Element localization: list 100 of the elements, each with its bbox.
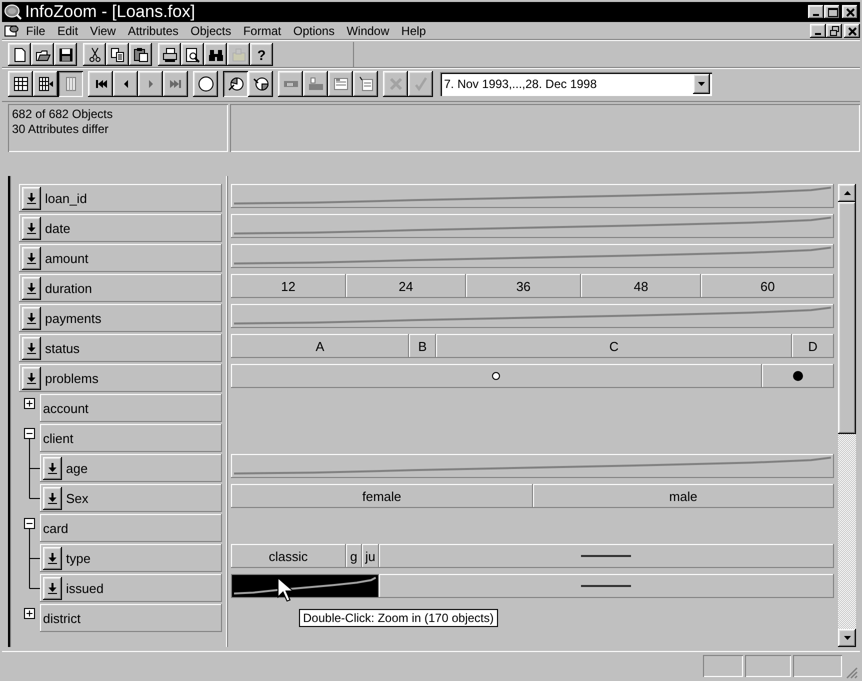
attribute-header[interactable]: problems <box>19 364 222 392</box>
attribute-name: age <box>66 460 88 476</box>
group-header[interactable]: client <box>40 424 222 452</box>
card-button[interactable] <box>303 71 328 97</box>
dropdown-button[interactable] <box>22 246 41 270</box>
pie-zoom-button[interactable] <box>223 71 248 97</box>
menu-item[interactable]: Edit <box>51 24 84 38</box>
dropdown-button[interactable] <box>22 216 41 240</box>
menu-item[interactable]: Format <box>237 24 288 38</box>
dropdown-button[interactable] <box>22 306 41 330</box>
value-cell[interactable]: 60 <box>701 274 834 298</box>
menu-item[interactable]: Options <box>287 24 341 38</box>
attribute-header[interactable]: status <box>19 334 222 362</box>
menu-item[interactable]: Help <box>395 24 432 38</box>
new-file-button[interactable] <box>8 43 31 66</box>
attribute-header[interactable]: payments <box>19 304 222 332</box>
card-button[interactable] <box>353 71 378 97</box>
attribute-header[interactable]: Sex <box>40 484 222 512</box>
attribute-header[interactable]: date <box>19 214 222 242</box>
minimize-document-button[interactable] <box>810 24 826 38</box>
scroll-up-button[interactable] <box>838 184 856 202</box>
value-cell[interactable]: 48 <box>580 274 702 298</box>
grid-arrow-button[interactable] <box>33 71 58 97</box>
cross-icon <box>388 76 404 92</box>
dropdown-button[interactable] <box>43 576 62 600</box>
value-cell[interactable]: female <box>231 484 532 508</box>
scroll-down-button[interactable] <box>838 629 856 647</box>
print-preview-button[interactable] <box>181 43 204 66</box>
value-cell[interactable]: male <box>532 484 834 508</box>
open-button[interactable] <box>31 43 54 66</box>
paste-button[interactable] <box>129 43 152 66</box>
restore-document-button[interactable] <box>826 24 842 38</box>
circle-button[interactable] <box>193 71 218 97</box>
value-cell[interactable]: g <box>346 544 362 568</box>
value-cell[interactable]: B <box>408 334 436 358</box>
scissors-icon <box>86 46 102 62</box>
download-arrow-icon <box>27 222 36 234</box>
status-panel <box>703 654 743 676</box>
value-cell[interactable]: 12 <box>231 274 346 298</box>
cut-button[interactable] <box>83 43 106 66</box>
dropdown-button[interactable] <box>22 276 41 300</box>
dropdown-button[interactable] <box>22 186 41 210</box>
dropdown-button[interactable] <box>43 546 62 570</box>
minimize-icon <box>815 32 821 34</box>
value-cell[interactable]: A <box>231 334 409 358</box>
attribute-header[interactable]: age <box>40 454 222 482</box>
value-cell[interactable]: C <box>436 334 792 358</box>
table-view-button[interactable] <box>8 71 33 97</box>
scroll-thumb[interactable] <box>838 202 856 434</box>
clipboard-icon <box>132 46 148 62</box>
print-button[interactable] <box>158 43 181 66</box>
menu-item[interactable]: Attributes <box>122 24 185 38</box>
column-view-button[interactable] <box>58 71 83 97</box>
card-button[interactable] <box>328 71 353 97</box>
value-cell[interactable]: classic <box>231 544 346 568</box>
expand-icon[interactable] <box>24 398 35 409</box>
minimize-button[interactable] <box>808 5 824 19</box>
attribute-header[interactable]: issued <box>40 574 222 602</box>
copy-button[interactable] <box>106 43 129 66</box>
value-cell[interactable]: 36 <box>466 274 581 298</box>
save-button[interactable] <box>54 43 77 66</box>
menu-item[interactable]: File <box>20 24 52 38</box>
dropdown-button[interactable] <box>43 456 62 480</box>
attribute-header[interactable]: type <box>40 544 222 572</box>
date-range-combo[interactable]: 7. Nov 1993,...,28. Dec 1998 <box>440 72 712 96</box>
close-document-button[interactable] <box>844 24 860 38</box>
value-cell[interactable]: ju <box>362 544 379 568</box>
help-button[interactable]: ? <box>250 43 273 66</box>
menu-item[interactable]: View <box>84 24 122 38</box>
dropdown-button[interactable] <box>43 486 62 510</box>
download-arrow-icon <box>27 192 36 204</box>
group-header[interactable]: district <box>40 604 222 632</box>
resize-grip-icon[interactable] <box>844 665 858 679</box>
maximize-button[interactable] <box>824 5 840 19</box>
download-arrow-icon <box>27 282 36 294</box>
pie-out-button[interactable] <box>248 71 273 97</box>
download-arrow-icon <box>48 582 57 594</box>
dropdown-button[interactable] <box>22 336 41 360</box>
dropdown-button[interactable] <box>693 74 710 94</box>
bar-button[interactable] <box>278 71 303 97</box>
dropdown-button[interactable] <box>22 366 41 390</box>
value-cell[interactable]: 24 <box>346 274 466 298</box>
collapse-icon[interactable] <box>24 428 35 439</box>
value-cell[interactable]: D <box>792 334 834 358</box>
collapse-icon[interactable] <box>24 518 35 529</box>
find-button[interactable] <box>204 43 227 66</box>
group-header[interactable]: card <box>40 514 222 542</box>
attribute-header[interactable]: amount <box>19 244 222 272</box>
close-icon <box>846 24 858 36</box>
menu-item[interactable]: Window <box>340 24 396 38</box>
attribute-header[interactable]: loan_id <box>19 184 222 212</box>
attribute-header[interactable]: duration <box>19 274 222 302</box>
expand-icon[interactable] <box>24 608 35 619</box>
first-button[interactable] <box>88 71 113 97</box>
group-header[interactable]: account <box>40 394 222 422</box>
menu-item[interactable]: Objects <box>184 24 238 38</box>
previous-button[interactable] <box>113 71 138 97</box>
caret-icon <box>698 82 705 86</box>
close-button[interactable] <box>842 5 858 19</box>
value-segment[interactable] <box>762 364 834 388</box>
